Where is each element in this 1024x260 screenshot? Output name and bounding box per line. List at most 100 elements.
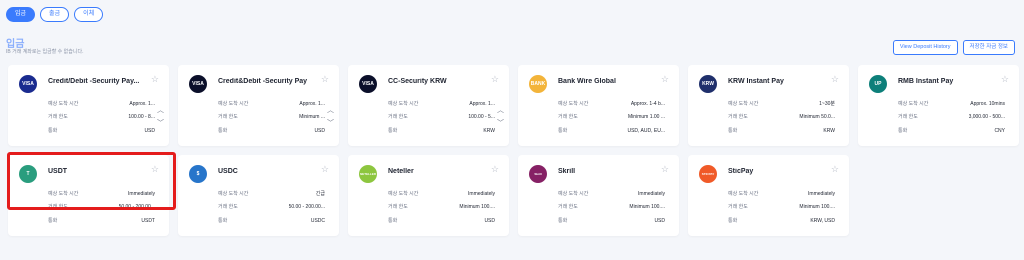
limit-row: 거래 한도 Minimum ... bbox=[218, 113, 325, 121]
row-value: Minimum 100.... bbox=[459, 204, 495, 210]
currency-row: 통화 KRW bbox=[728, 127, 835, 135]
currency-row: 통화 USD, AUD, EU... bbox=[558, 127, 665, 135]
arrival-time-row: 예상 도착 시간 Immediately bbox=[48, 190, 155, 198]
chevron-down-icon[interactable]: ﹀ bbox=[327, 120, 334, 127]
page-subtitle: IB 거래 계좌로는 입금할 수 없습니다. bbox=[6, 49, 84, 55]
payment-method-card[interactable]: BANK Bank Wire Global ☆ 예상 도착 시간 Approx.… bbox=[518, 65, 679, 146]
payment-method-name: Credit/Debit -Security Pay... bbox=[48, 78, 140, 85]
row-label: 통화 bbox=[48, 128, 58, 134]
row-label: 거래 한도 bbox=[388, 204, 408, 210]
limit-row: 거래 한도 100.00 - 5... bbox=[388, 113, 495, 121]
payment-method-card[interactable]: VISA Credit&Debit -Security Pay ☆ 예상 도착 … bbox=[178, 65, 339, 146]
currency-row: 통화 USD bbox=[218, 127, 325, 135]
payment-method-name: Neteller bbox=[388, 168, 414, 175]
limit-row: 거래 한도 50.00 - 200.00... bbox=[48, 203, 155, 211]
chevron-down-icon[interactable]: ﹀ bbox=[157, 120, 164, 127]
star-icon[interactable]: ☆ bbox=[491, 165, 499, 174]
limit-row: 거래 한도 Minimum 100.... bbox=[388, 203, 495, 211]
tab-transfer[interactable]: 이체 bbox=[74, 7, 104, 22]
star-icon[interactable]: ☆ bbox=[491, 75, 499, 84]
row-value: Immediately bbox=[468, 191, 495, 197]
payment-method-card[interactable]: STICPAY SticPay ☆ 예상 도착 시간 Immediately 거… bbox=[688, 155, 849, 236]
row-value: Approx. 1... bbox=[469, 101, 495, 107]
chevron-up-icon[interactable]: ︿ bbox=[327, 107, 334, 114]
row-label: 거래 한도 bbox=[898, 114, 918, 120]
view-deposit-history-button[interactable]: View Deposit History bbox=[892, 40, 958, 55]
row-value: Approx. 10mins bbox=[970, 101, 1005, 107]
row-value: USD bbox=[144, 128, 155, 134]
currency-row: 통화 USD bbox=[388, 217, 495, 225]
payment-method-name: Skrill bbox=[558, 168, 576, 175]
payment-method-card[interactable]: UP RMB Instant Pay ☆ 예상 도착 시간 Approx. 10… bbox=[858, 65, 1019, 146]
star-icon[interactable]: ☆ bbox=[151, 165, 159, 174]
payment-method-card[interactable]: VISA Credit/Debit -Security Pay... ☆ 예상 … bbox=[8, 65, 169, 146]
payment-method-card[interactable]: KRW KRW Instant Pay ☆ 예상 도착 시간 1~30분 거래 … bbox=[688, 65, 849, 146]
currency-row: 통화 USDC bbox=[218, 217, 325, 225]
payment-method-card[interactable]: Skrill Skrill ☆ 예상 도착 시간 Immediately 거래 … bbox=[518, 155, 679, 236]
arrival-time-row: 예상 도착 시간 Approx. 10mins bbox=[898, 100, 1005, 108]
star-icon[interactable]: ☆ bbox=[321, 75, 329, 84]
star-icon[interactable]: ☆ bbox=[1001, 75, 1009, 84]
chevron-up-icon[interactable]: ︿ bbox=[157, 107, 164, 114]
chevron-down-icon[interactable]: ﹀ bbox=[497, 120, 504, 127]
row-label: 거래 한도 bbox=[48, 204, 68, 210]
row-label: 통화 bbox=[558, 128, 568, 134]
payment-logo-icon: UP bbox=[869, 75, 887, 93]
payment-method-card[interactable]: VISA CC-Security KRW ☆ 예상 도착 시간 Approx. … bbox=[348, 65, 509, 146]
payment-logo-icon: T bbox=[19, 165, 37, 183]
saved-funding-info-button[interactable]: 저장한 자금 정보 bbox=[962, 40, 1015, 55]
row-value: USD bbox=[484, 218, 495, 224]
arrival-time-row: 예상 도착 시간 Approx. 1-4 b... bbox=[558, 100, 665, 108]
row-label: 통화 bbox=[728, 128, 738, 134]
row-value: Minimum ... bbox=[299, 114, 325, 120]
row-value: USD bbox=[654, 218, 665, 224]
row-value: Minimum 100.... bbox=[799, 204, 835, 210]
payment-logo-icon: VISA bbox=[359, 75, 377, 93]
payment-logo-icon: VISA bbox=[19, 75, 37, 93]
limit-row: 거래 한도 3,000.00 - 500... bbox=[898, 113, 1005, 121]
row-label: 예상 도착 시간 bbox=[48, 101, 79, 107]
row-label: 예상 도착 시간 bbox=[728, 191, 759, 197]
payment-method-card[interactable]: NETELLER Neteller ☆ 예상 도착 시간 Immediately… bbox=[348, 155, 509, 236]
currency-row: 통화 USDT bbox=[48, 217, 155, 225]
row-value: USD bbox=[314, 128, 325, 134]
star-icon[interactable]: ☆ bbox=[151, 75, 159, 84]
star-icon[interactable]: ☆ bbox=[321, 165, 329, 174]
payment-method-card[interactable]: T USDT ☆ 예상 도착 시간 Immediately 거래 한도 50.0… bbox=[8, 155, 169, 236]
row-value: KRW bbox=[483, 128, 495, 134]
payment-logo-icon: Skrill bbox=[529, 165, 547, 183]
row-label: 거래 한도 bbox=[48, 114, 68, 120]
row-value: USDC bbox=[310, 218, 325, 224]
row-value: 100.00 - 8... bbox=[128, 114, 155, 120]
row-label: 거래 한도 bbox=[218, 204, 238, 210]
payment-method-name: CC-Security KRW bbox=[388, 78, 447, 85]
row-label: 예상 도착 시간 bbox=[558, 101, 589, 107]
tab-withdraw[interactable]: 출금 bbox=[40, 7, 70, 22]
row-value: KRW bbox=[823, 128, 835, 134]
tab-bar: 입금 출금 이체 bbox=[6, 7, 104, 22]
star-icon[interactable]: ☆ bbox=[831, 75, 839, 84]
payment-method-name: Bank Wire Global bbox=[558, 78, 616, 85]
payment-logo-icon: BANK bbox=[529, 75, 547, 93]
currency-row: 통화 KRW bbox=[388, 127, 495, 135]
row-label: 통화 bbox=[48, 218, 58, 224]
star-icon[interactable]: ☆ bbox=[831, 165, 839, 174]
row-label: 통화 bbox=[728, 218, 738, 224]
star-icon[interactable]: ☆ bbox=[661, 75, 669, 84]
arrival-time-row: 예상 도착 시간 1~30분 bbox=[728, 100, 835, 108]
tab-deposit[interactable]: 입금 bbox=[6, 7, 36, 22]
payment-logo-icon: NETELLER bbox=[359, 165, 377, 183]
row-label: 통화 bbox=[218, 128, 228, 134]
row-label: 통화 bbox=[388, 218, 398, 224]
star-icon[interactable]: ☆ bbox=[661, 165, 669, 174]
limit-row: 거래 한도 Minimum 100.... bbox=[728, 203, 835, 211]
row-label: 통화 bbox=[558, 218, 568, 224]
row-label: 통화 bbox=[218, 218, 228, 224]
payment-method-card[interactable]: $ USDC ☆ 예상 도착 시간 긴급 거래 한도 50.00 - 200.0… bbox=[178, 155, 339, 236]
payment-method-name: KRW Instant Pay bbox=[728, 78, 784, 85]
chevron-up-icon[interactable]: ︿ bbox=[497, 107, 504, 114]
row-label: 거래 한도 bbox=[728, 114, 748, 120]
arrival-time-row: 예상 도착 시간 Approx. 1... bbox=[388, 100, 495, 108]
payment-logo-icon: KRW bbox=[699, 75, 717, 93]
arrival-time-row: 예상 도착 시간 Immediately bbox=[728, 190, 835, 198]
